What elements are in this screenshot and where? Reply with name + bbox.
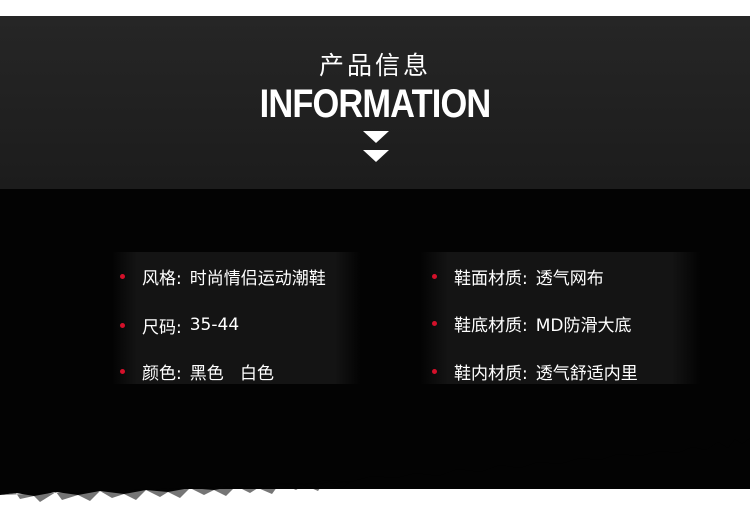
bullet-icon <box>120 273 125 279</box>
section-title-cn: 产品信息 <box>318 51 431 80</box>
spec-value: 透气网布 <box>535 268 604 289</box>
spec-label: 鞋面材质: <box>454 268 528 289</box>
spec-value: 透气舒适内里 <box>535 363 638 384</box>
bullet-icon <box>120 322 125 328</box>
spec-value: 黑色 白色 <box>189 363 274 384</box>
product-info-banner: 产品信息 INFORMATION 风格: 时尚情侣运动潮鞋 尺码: 35-44 … <box>0 0 750 516</box>
spec-upper-material: 鞋面材质: 透气网布 <box>432 264 604 289</box>
spec-label: 鞋内材质: <box>454 363 528 384</box>
bullet-icon <box>120 368 125 374</box>
spec-label: 鞋底材质: <box>454 315 528 336</box>
spec-value: 35-44 <box>189 315 240 335</box>
spec-label: 尺码: <box>142 317 182 338</box>
spec-lining-material: 鞋内材质: 透气舒适内里 <box>432 359 638 384</box>
spec-color: 颜色: 黑色 白色 <box>120 359 274 384</box>
section-title-en: INFORMATION <box>259 82 492 126</box>
bullet-icon <box>432 320 437 326</box>
spec-label: 风格: <box>142 268 182 289</box>
spec-style: 风格: 时尚情侣运动潮鞋 <box>120 264 326 289</box>
spec-sole-material: 鞋底材质: MD防滑大底 <box>432 311 632 336</box>
double-chevron-down-icon <box>363 131 389 162</box>
spec-label: 颜色: <box>142 363 182 384</box>
spec-size: 尺码: 35-44 <box>120 313 240 338</box>
torn-paper-edge <box>0 420 750 502</box>
spec-value: 时尚情侣运动潮鞋 <box>189 268 326 289</box>
bullet-icon <box>432 273 437 279</box>
bullet-icon <box>432 368 437 374</box>
spec-value: MD防滑大底 <box>535 315 632 336</box>
